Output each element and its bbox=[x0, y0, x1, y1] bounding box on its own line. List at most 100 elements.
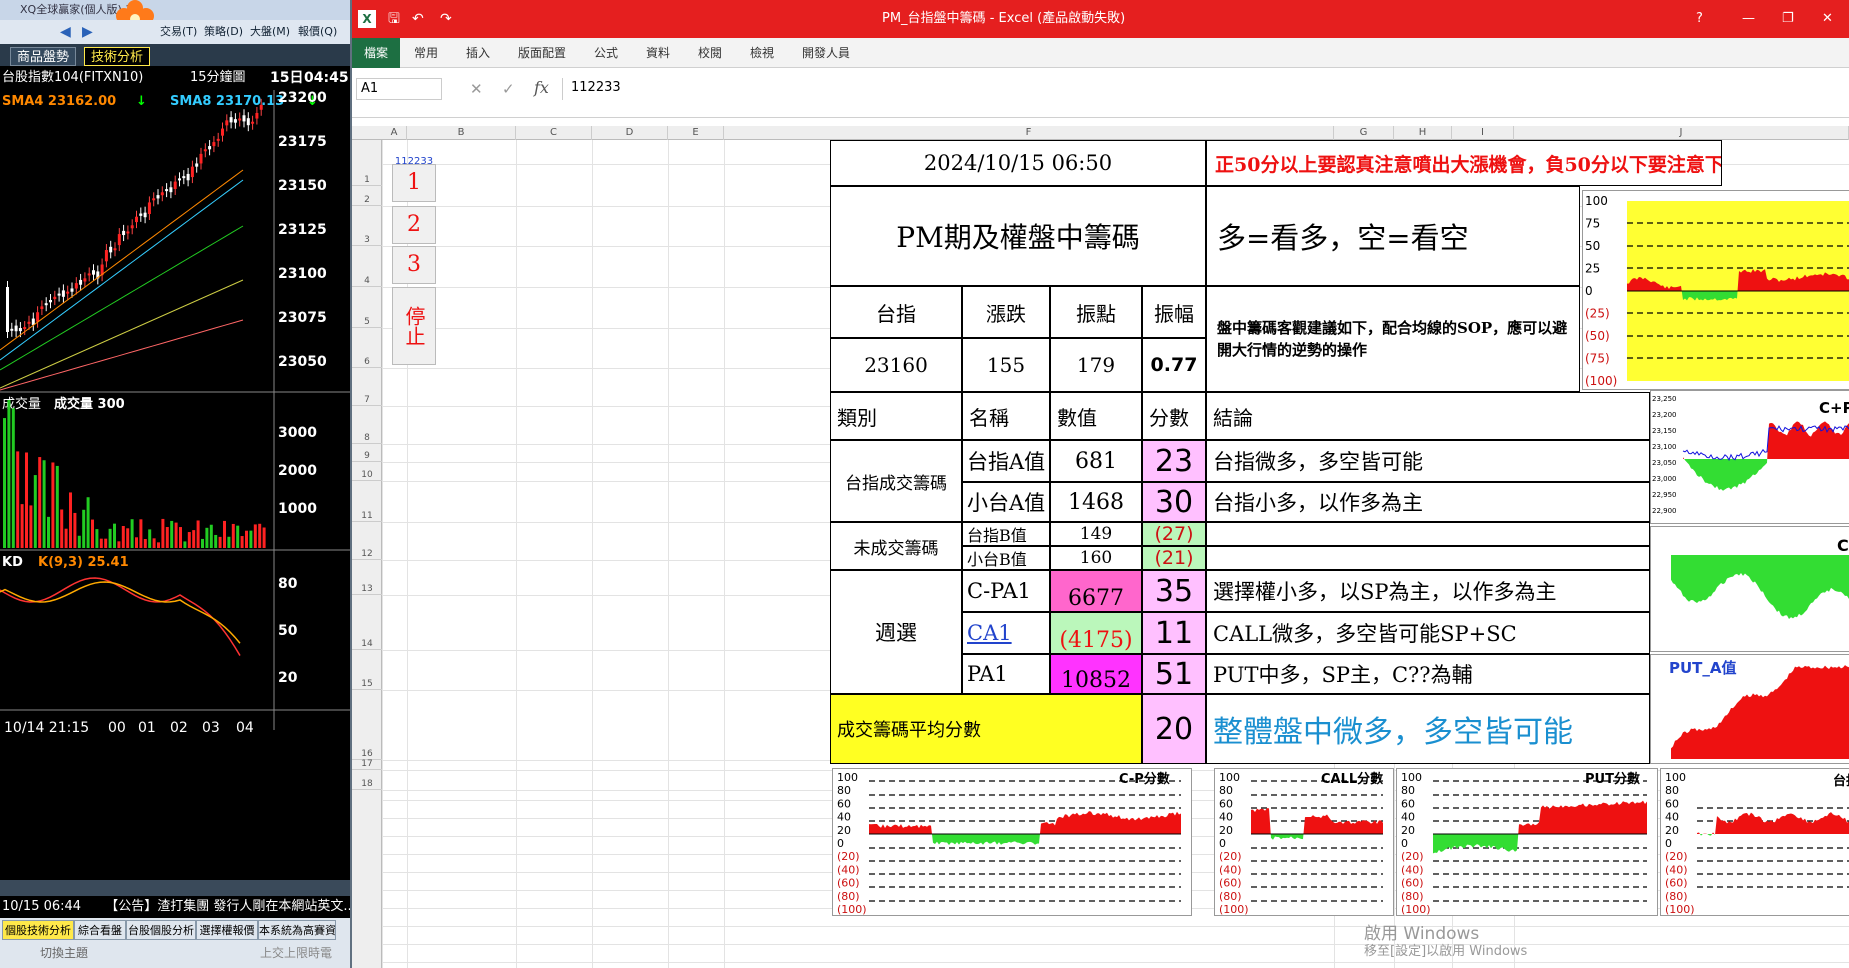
xq-bottom-tab-4[interactable]: 本系統為高賽資 bbox=[258, 920, 336, 940]
candle-body bbox=[238, 118, 242, 121]
forward-arrow-icon[interactable]: ▶ bbox=[82, 20, 93, 44]
candle-body bbox=[6, 287, 9, 332]
candle-body bbox=[79, 279, 83, 285]
volume-bar bbox=[95, 529, 99, 548]
chart-title: CALL分數 bbox=[1321, 771, 1383, 787]
volume-bar bbox=[64, 528, 68, 548]
row-value: 160 bbox=[1050, 546, 1142, 570]
negative-area bbox=[1671, 555, 1849, 619]
total-score-chart[interactable]: 1007550250(25)(50)(75)(100)25總分數 bbox=[1582, 190, 1849, 390]
tab-market[interactable]: 商品盤勢 bbox=[10, 47, 77, 66]
xq-bottom-tab-1[interactable]: 綜合看盤 bbox=[74, 920, 126, 940]
row-button-0[interactable]: 1 bbox=[392, 164, 436, 202]
menu-trade[interactable]: 交易(T) bbox=[160, 20, 197, 44]
news-text[interactable]: 【公告】渣打集團 發行人剛在本網站英文... bbox=[105, 899, 350, 914]
volume-bar bbox=[117, 541, 121, 548]
table-header: 結論 bbox=[1206, 392, 1650, 440]
score-tick: (40) bbox=[1665, 863, 1688, 876]
menu-market[interactable]: 大盤(M) bbox=[250, 20, 290, 44]
candle-body bbox=[66, 291, 70, 294]
candle-body bbox=[135, 216, 138, 223]
xq-price-chart[interactable]: 23200231752315023125231002307523050成交量 成交… bbox=[0, 90, 352, 880]
k-label: K(9,3) 25.41 bbox=[38, 555, 129, 570]
row-name[interactable]: CA1 bbox=[962, 612, 1050, 654]
volume-bar bbox=[99, 538, 103, 548]
index-value: 155 bbox=[962, 338, 1050, 392]
positive-area bbox=[1251, 808, 1383, 834]
row-conclusion: PUT中多，SP主，C??為輔 bbox=[1206, 654, 1650, 694]
score-tick: (80) bbox=[837, 890, 860, 903]
cp-left-tick: 23,050 bbox=[1652, 459, 1677, 467]
watermark-text: 啟用 Windows bbox=[1364, 924, 1480, 944]
back-arrow-icon[interactable]: ◀ bbox=[60, 20, 71, 44]
candle-body bbox=[74, 283, 78, 289]
symbol[interactable]: 台股指數104(FITXN10) bbox=[2, 66, 143, 90]
date: 15日 bbox=[270, 70, 304, 86]
candle-body bbox=[61, 290, 65, 297]
row-button-3[interactable]: 停止 bbox=[392, 287, 436, 365]
candle-body bbox=[130, 225, 134, 229]
cp-a-chart[interactable]: 23,250 23,200 23,150 23,100 23,050 23,000 22,9… bbox=[1650, 390, 1849, 524]
score-tick: (60) bbox=[837, 877, 860, 890]
xq-bottom-tab-0[interactable]: 個股技術分析 bbox=[2, 920, 74, 940]
score-tick: 80 bbox=[1219, 784, 1233, 797]
candle-body bbox=[225, 120, 229, 126]
candle-body bbox=[199, 153, 203, 164]
tab-tech-label: 技術分析 bbox=[91, 50, 144, 65]
volume-bar bbox=[218, 536, 222, 548]
interval[interactable]: 15分鐘圖 bbox=[190, 66, 246, 90]
table-header: 類別 bbox=[830, 392, 962, 440]
row-score: 51 bbox=[1142, 654, 1206, 694]
xq-bottom-tab-2[interactable]: 台股個股分析 bbox=[126, 920, 196, 940]
candle-body bbox=[10, 328, 14, 331]
volume-tick: 3000 bbox=[278, 425, 317, 441]
score-tick: 100 bbox=[1665, 771, 1686, 784]
xq-scrollbar[interactable] bbox=[0, 880, 350, 896]
legend-cell: 多=看多，空=看空 bbox=[1206, 186, 1580, 286]
avg-conclusion-cell: 整體盤中微多，多空皆可能 bbox=[1206, 694, 1650, 764]
menu-strategy[interactable]: 策略(D) bbox=[204, 20, 243, 44]
kd-tick: 80 bbox=[278, 576, 298, 592]
put-a-chart[interactable]: 12,00011,00010,0009,0008,0007,0006,0005,… bbox=[1650, 654, 1849, 764]
call-a-chart[interactable]: 2,0001,0000(1,000)(2,000)(3,000)(4,000)(… bbox=[1650, 526, 1849, 652]
volume-bar bbox=[205, 527, 209, 548]
score-tick: 100 bbox=[1585, 194, 1608, 208]
row-button-2[interactable]: 3 bbox=[392, 246, 436, 284]
candle-body bbox=[57, 293, 61, 296]
time-tick: 00 bbox=[108, 720, 126, 736]
cp-left-tick: 22,900 bbox=[1652, 507, 1677, 515]
row-score: 35 bbox=[1142, 570, 1206, 612]
index-header: 台指 bbox=[830, 286, 962, 338]
volume-tick: 2000 bbox=[278, 463, 317, 479]
volume-bar bbox=[33, 475, 37, 548]
menu-quote[interactable]: 報價(Q) bbox=[298, 20, 337, 44]
candle-body bbox=[251, 121, 255, 124]
cp-score-chart[interactable]: 100806040200(20)(40)(60)(80)(100) C-P分數 bbox=[832, 768, 1192, 916]
score-tick: 20 bbox=[837, 824, 851, 837]
ma-line bbox=[0, 169, 244, 351]
score-tick: 20 bbox=[1665, 824, 1679, 837]
volume-bar bbox=[77, 535, 81, 548]
put-score-chart[interactable]: 100806040200(20)(40)(60)(80)(100) PUT分數 bbox=[1396, 768, 1658, 916]
volume-bar bbox=[55, 465, 59, 548]
candle-body bbox=[152, 198, 156, 201]
volume-bar bbox=[135, 537, 138, 548]
candle-body bbox=[178, 178, 181, 181]
tx-bottom-chart[interactable]: 100806040200(20)(40)(60)(80)(100) 台指 bbox=[1660, 768, 1849, 916]
candle-body bbox=[221, 128, 224, 136]
tab-tech[interactable]: 技術分析 bbox=[84, 47, 151, 66]
volume-bar bbox=[258, 523, 262, 548]
candle-body bbox=[246, 118, 250, 126]
row-conclusion: CALL微多，多空皆可能SP+SC bbox=[1206, 612, 1650, 654]
candle-body bbox=[40, 306, 44, 310]
call-score-chart[interactable]: 100806040200(20)(40)(60)(80)(100) CALL分數 bbox=[1214, 768, 1394, 916]
xq-menu-bar: ◀ ▶ 交易(T) 策略(D) 大盤(M) 報價(Q) bbox=[0, 20, 350, 44]
volume-bar bbox=[240, 536, 244, 548]
volume-bar bbox=[148, 529, 152, 548]
windows-watermark: 啟用 Windows 移至[設定]以啟用 Windows bbox=[1364, 925, 1527, 961]
row-button-1[interactable]: 2 bbox=[392, 206, 436, 244]
volume-bar bbox=[113, 523, 116, 548]
candle-body bbox=[18, 328, 22, 332]
chart-title: C-P分數 bbox=[1119, 771, 1170, 787]
xq-bottom-tab-3[interactable]: 選擇權報價 bbox=[196, 920, 258, 940]
